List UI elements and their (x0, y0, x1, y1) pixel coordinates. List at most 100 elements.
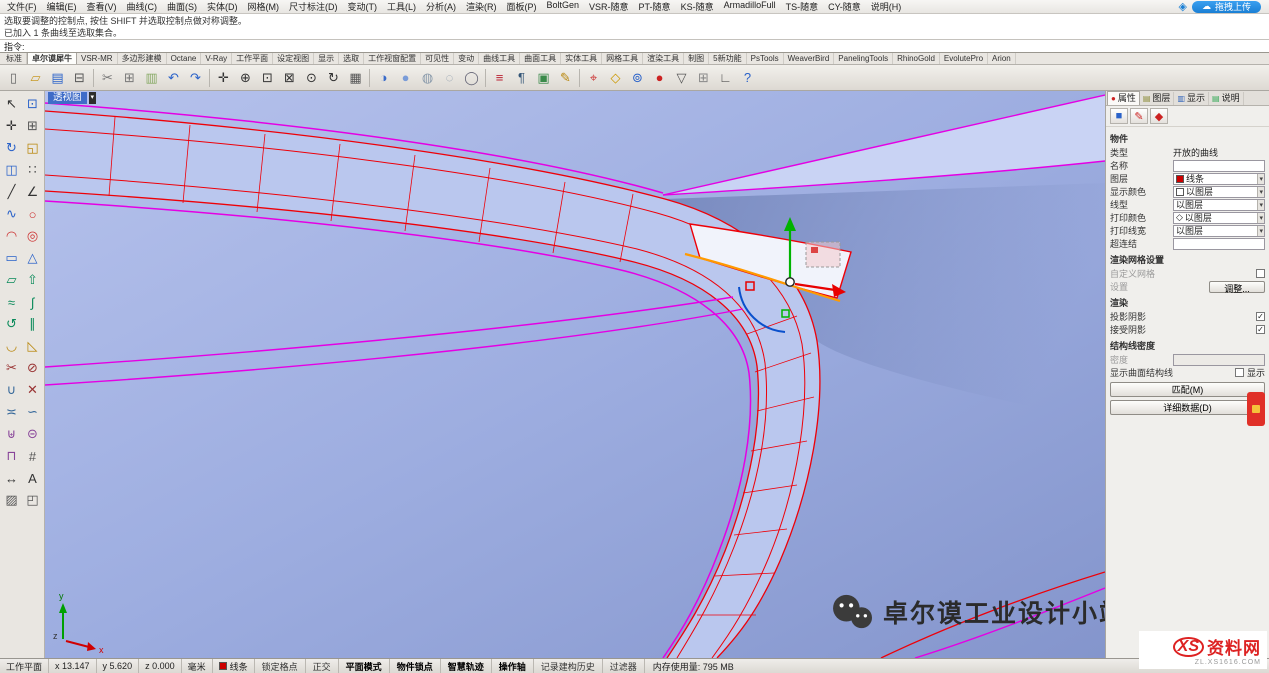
ribbon-tab-22[interactable]: PanelingTools (834, 53, 893, 64)
texture-mapping-icon[interactable]: ◆ (1150, 108, 1168, 124)
properties-panel-icon[interactable]: ¶ (511, 67, 532, 88)
property-dropdown[interactable]: 以图层▾ (1173, 199, 1265, 211)
ribbon-tab-2[interactable]: VSR-MR (77, 53, 118, 64)
menu-item-11[interactable]: 渲染(R) (461, 0, 502, 13)
zoom-extents-icon[interactable]: ⊠ (279, 67, 300, 88)
viewport-canvas[interactable]: x y z (45, 91, 1105, 658)
property-dropdown[interactable]: ◇以图层▾ (1173, 212, 1265, 224)
status-toggle-0[interactable]: 锁定格点 (255, 659, 306, 673)
menu-item-4[interactable]: 曲面(S) (162, 0, 202, 13)
chamfer-icon[interactable]: ◺ (22, 335, 43, 357)
menu-item-18[interactable]: TS-随意 (781, 0, 824, 13)
pan-view-icon[interactable]: ✛ (213, 67, 234, 88)
explode-icon[interactable]: ✕ (22, 379, 43, 401)
print-icon[interactable]: ⊟ (69, 67, 90, 88)
ribbon-tab-12[interactable]: 变动 (454, 53, 479, 64)
object-properties-icon[interactable]: ■ (1110, 108, 1128, 124)
layers-panel-icon[interactable]: ≡ (489, 67, 510, 88)
blend-icon[interactable]: ∽ (22, 401, 43, 423)
cage-edit-icon[interactable]: # (22, 445, 43, 467)
paste-icon[interactable]: ▥ (141, 67, 162, 88)
rendered-display-icon[interactable]: ● (395, 67, 416, 88)
circle-icon[interactable]: ○ (22, 203, 43, 225)
rectangle-icon[interactable]: ▭ (1, 247, 22, 269)
zoom-dynamic-icon[interactable]: ⊕ (235, 67, 256, 88)
pipe-icon[interactable]: ∥ (22, 313, 43, 335)
show-isocurves-checkbox[interactable] (1235, 368, 1244, 377)
shaded-display-icon[interactable]: ◑ (373, 67, 394, 88)
ribbon-tab-8[interactable]: 显示 (314, 53, 339, 64)
curve-freeform-icon[interactable]: ∿ (1, 203, 22, 225)
sweep-icon[interactable]: ∫ (22, 291, 43, 313)
property-input[interactable] (1173, 238, 1265, 250)
zoom-window-icon[interactable]: ⊡ (257, 67, 278, 88)
status-toggle-1[interactable]: 正交 (306, 659, 339, 673)
copy-icon[interactable]: ⊞ (22, 115, 43, 137)
ellipse-icon[interactable]: ◎ (22, 225, 43, 247)
menu-item-2[interactable]: 查看(V) (82, 0, 122, 13)
ribbon-tab-15[interactable]: 实体工具 (561, 53, 602, 64)
zoom-selected-icon[interactable]: ⊙ (301, 67, 322, 88)
custom-mesh-checkbox[interactable] (1256, 269, 1265, 278)
viewport-perspective[interactable]: x y z 透视图 ▾ 卓尔谟工业设计小站 (45, 91, 1105, 658)
property-dropdown[interactable]: 线条▾ (1173, 173, 1265, 185)
hatch-icon[interactable]: ▨ (1, 489, 22, 511)
status-toggle-7[interactable]: 过滤器 (603, 659, 645, 673)
ribbon-tab-11[interactable]: 可见性 (421, 53, 454, 64)
cut-icon[interactable]: ✂ (97, 67, 118, 88)
boolean-difference-icon[interactable]: ⊝ (22, 423, 43, 445)
property-input[interactable] (1173, 160, 1265, 172)
line-icon[interactable]: ╱ (1, 181, 22, 203)
menu-item-7[interactable]: 尺寸标注(D) (284, 0, 343, 13)
display-panel-icon[interactable]: ▣ (533, 67, 554, 88)
ribbon-tab-0[interactable]: 标准 (2, 53, 27, 64)
status-toggle-3[interactable]: 物件锁点 (390, 659, 441, 673)
loft-icon[interactable]: ≈ (1, 291, 22, 313)
rotate-icon[interactable]: ↻ (1, 137, 22, 159)
notes-icon[interactable]: ✎ (555, 67, 576, 88)
ribbon-tab-6[interactable]: 工作平面 (232, 53, 273, 64)
wireframe-display-icon[interactable]: ◯ (461, 67, 482, 88)
cast-shadows-checkbox[interactable]: ✓ (1256, 312, 1265, 321)
arc-icon[interactable]: ◠ (1, 225, 22, 247)
split-icon[interactable]: ⊘ (22, 357, 43, 379)
record-history-icon[interactable]: ● (649, 67, 670, 88)
property-dropdown[interactable]: 以图层▾ (1173, 225, 1265, 237)
ribbon-tab-13[interactable]: 曲线工具 (479, 53, 520, 64)
grid-snap-icon[interactable]: ⊞ (693, 67, 714, 88)
menu-item-8[interactable]: 变动(T) (343, 0, 383, 13)
control-points-on-icon[interactable]: ⊡ (22, 93, 43, 115)
ribbon-tab-21[interactable]: WeaverBird (784, 53, 835, 64)
smarttrack-icon[interactable]: ◇ (605, 67, 626, 88)
scale-icon[interactable]: ◱ (22, 137, 43, 159)
ribbon-tab-9[interactable]: 选取 (339, 53, 364, 64)
ribbon-tab-17[interactable]: 渲染工具 (643, 53, 684, 64)
block-insert-icon[interactable]: ◰ (22, 489, 43, 511)
details-button[interactable]: 详细数据(D) (1110, 400, 1265, 415)
join-icon[interactable]: ∪ (1, 379, 22, 401)
extrude-surface-icon[interactable]: ⇧ (22, 269, 43, 291)
named-views-icon[interactable]: ▦ (345, 67, 366, 88)
selection-filter-icon[interactable]: ▽ (671, 67, 692, 88)
property-dropdown[interactable]: 以图层▾ (1173, 186, 1265, 198)
material-icon[interactable]: ✎ (1130, 108, 1148, 124)
menu-item-9[interactable]: 工具(L) (382, 0, 421, 13)
polyline-icon[interactable]: ∠ (22, 181, 43, 203)
status-toggle-4[interactable]: 智慧轨迹 (441, 659, 492, 673)
array-icon[interactable]: ∷ (22, 159, 43, 181)
upload-button[interactable]: ☁ 拖拽上传 (1192, 1, 1261, 13)
command-input[interactable] (29, 41, 1265, 52)
menu-item-6[interactable]: 网格(M) (243, 0, 285, 13)
ribbon-tab-1[interactable]: 卓尔谟犀牛 (27, 53, 77, 64)
menu-item-5[interactable]: 实体(D) (202, 0, 243, 13)
ribbon-tab-5[interactable]: V-Ray (201, 53, 232, 64)
menu-item-0[interactable]: 文件(F) (2, 0, 42, 13)
ribbon-tab-10[interactable]: 工作视窗配置 (364, 53, 421, 64)
surface-corner-points-icon[interactable]: ▱ (1, 269, 22, 291)
object-snap-icon[interactable]: ⌖ (583, 67, 604, 88)
panel-tab-layers-tab[interactable]: ▤图层 (1140, 92, 1175, 105)
menu-item-3[interactable]: 曲线(C) (122, 0, 163, 13)
menu-item-13[interactable]: BoltGen (542, 0, 585, 13)
ribbon-tab-19[interactable]: 5新功能 (709, 53, 746, 64)
polygon-icon[interactable]: △ (22, 247, 43, 269)
